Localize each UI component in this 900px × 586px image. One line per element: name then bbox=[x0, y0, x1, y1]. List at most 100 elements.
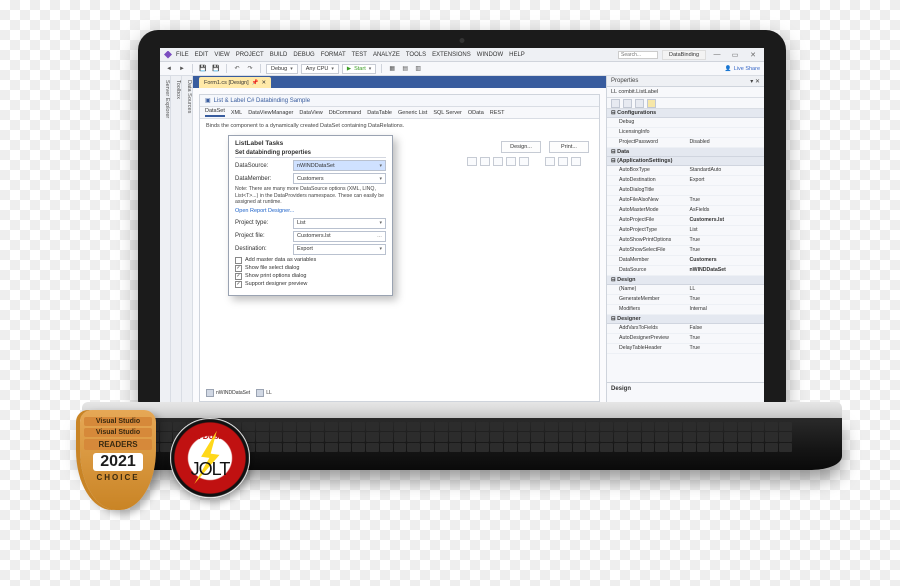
print-button[interactable]: Print... bbox=[549, 141, 589, 153]
prop-row[interactable]: AutoMasterModeAsFields bbox=[607, 206, 764, 216]
property-grid[interactable]: ⊟ ConfigurationsDebugLicensingInfoProjec… bbox=[607, 109, 764, 382]
menu-format[interactable]: FORMAT bbox=[321, 52, 346, 58]
ds-tab-dataviewmanager[interactable]: DataViewManager bbox=[248, 110, 293, 116]
ds-tab-xml[interactable]: XML bbox=[231, 110, 242, 116]
menu-build[interactable]: BUILD bbox=[270, 52, 288, 58]
document-tab[interactable]: Form1.cs [Design] 📌 ✕ bbox=[199, 77, 271, 88]
ds-tab-dataview[interactable]: DataView bbox=[299, 110, 322, 116]
prop-row[interactable]: AutoShowSelectFileTrue bbox=[607, 246, 764, 256]
sample-tabstrip[interactable]: DataSet XML DataViewManager DataView DbComma… bbox=[200, 107, 599, 119]
ds-tab-rest[interactable]: REST bbox=[490, 110, 505, 116]
menu-debug[interactable]: DEBUG bbox=[293, 52, 314, 58]
menu-view[interactable]: VIEW bbox=[214, 52, 229, 58]
prop-row[interactable]: AutoDesignerPreviewTrue bbox=[607, 334, 764, 344]
prop-row[interactable]: AutoDestinationExport bbox=[607, 176, 764, 186]
projfile-label: Project file: bbox=[235, 233, 290, 239]
maximize-button[interactable]: ▭ bbox=[728, 51, 742, 59]
undo-icon[interactable]: ↶ bbox=[232, 64, 242, 74]
save-all-icon[interactable]: 💾 bbox=[211, 64, 221, 74]
menu-file[interactable]: FILE bbox=[176, 52, 189, 58]
prop-category[interactable]: ⊟ Designer bbox=[607, 315, 764, 324]
ds-tab-dataset[interactable]: DataSet bbox=[205, 108, 225, 117]
destination-combo[interactable]: Export▾ bbox=[293, 244, 386, 255]
close-button[interactable]: ✕ bbox=[746, 51, 760, 59]
live-share-button[interactable]: 👤 Live Share bbox=[725, 66, 760, 72]
prop-row[interactable]: DataSourcenWINDDataSet bbox=[607, 266, 764, 276]
prop-category[interactable]: ⊟ Configurations bbox=[607, 109, 764, 118]
prop-row[interactable]: AutoFileAlsoNewTrue bbox=[607, 196, 764, 206]
chk-print[interactable]: ✓Show print options dialog bbox=[235, 273, 386, 280]
datamember-combo[interactable]: Customers▾ bbox=[293, 173, 386, 184]
main-menu[interactable]: FILE EDIT VIEW PROJECT BUILD DEBUG FORMAT TEST A… bbox=[176, 51, 531, 58]
prop-category[interactable]: ⊟ (ApplicationSettings) bbox=[607, 157, 764, 166]
rail-server-explorer[interactable]: Server Explorer bbox=[160, 76, 171, 408]
chk-file[interactable]: ✓Show file select dialog bbox=[235, 265, 386, 272]
prop-row[interactable]: AddVarsToFieldsFalse bbox=[607, 324, 764, 334]
search-input[interactable] bbox=[618, 51, 658, 59]
laptop-hinge bbox=[82, 402, 842, 418]
menu-tools[interactable]: TOOLS bbox=[406, 52, 426, 58]
projtype-combo[interactable]: List▾ bbox=[293, 218, 386, 229]
design-button[interactable]: Design... bbox=[501, 141, 541, 153]
rail-data-sources[interactable]: Data Sources bbox=[182, 76, 193, 408]
menu-extensions[interactable]: EXTENSIONS bbox=[432, 52, 471, 58]
toolbar-icon[interactable]: ▦ bbox=[387, 64, 397, 74]
menu-test[interactable]: TEST bbox=[352, 52, 367, 58]
form-designer[interactable]: ▣ List & Label C# Databinding Sample Dat… bbox=[199, 94, 600, 402]
start-button[interactable]: ▶ Start▾ bbox=[342, 64, 376, 74]
ds-tab-odata[interactable]: OData bbox=[468, 110, 484, 116]
ds-tab-generic list[interactable]: Generic List bbox=[398, 110, 427, 116]
chk-master[interactable]: Add master data as variables bbox=[235, 257, 386, 264]
ds-tab-sql server[interactable]: SQL Server bbox=[433, 110, 462, 116]
datamember-label: DataMember: bbox=[235, 176, 290, 182]
redo-icon[interactable]: ↷ bbox=[245, 64, 255, 74]
prop-row[interactable]: ModifiersInternal bbox=[607, 305, 764, 315]
menu-window[interactable]: WINDOW bbox=[477, 52, 503, 58]
nav-fwd-icon[interactable]: ► bbox=[177, 64, 187, 74]
prop-row[interactable]: Debug bbox=[607, 118, 764, 128]
pin-icon[interactable]: 📌 bbox=[252, 80, 259, 86]
projfile-field[interactable]: Customers.lst… bbox=[293, 231, 386, 242]
prop-row[interactable]: GenerateMemberTrue bbox=[607, 295, 764, 305]
rail-toolbox[interactable]: Toolbox bbox=[171, 76, 182, 408]
close-tab-icon[interactable]: ✕ bbox=[261, 80, 266, 86]
open-designer-link[interactable]: Open Report Designer... bbox=[235, 208, 386, 214]
properties-selector[interactable]: LL combit.ListLabel bbox=[607, 87, 764, 98]
prop-row[interactable]: AutoBoxTypeStandardAuto bbox=[607, 166, 764, 176]
prop-category[interactable]: ⊟ Data bbox=[607, 148, 764, 157]
prop-row[interactable]: ProjectPasswordDisabled bbox=[607, 138, 764, 148]
description-text: Binds the component to a dynamically cre… bbox=[200, 119, 599, 133]
menu-edit[interactable]: EDIT bbox=[195, 52, 209, 58]
save-icon[interactable]: 💾 bbox=[198, 64, 208, 74]
ds-tab-datatable[interactable]: DataTable bbox=[367, 110, 392, 116]
menu-analyze[interactable]: ANALYZE bbox=[373, 52, 400, 58]
minimize-button[interactable]: — bbox=[710, 51, 724, 58]
prop-row[interactable]: DataMemberCustomers bbox=[607, 256, 764, 266]
menu-project[interactable]: PROJECT bbox=[236, 52, 264, 58]
toolbar-icon[interactable]: ▥ bbox=[413, 64, 423, 74]
prop-row[interactable]: LicensingInfo bbox=[607, 128, 764, 138]
properties-toolbar[interactable] bbox=[607, 98, 764, 109]
solution-tag[interactable]: DataBinding bbox=[662, 50, 706, 60]
prop-category[interactable]: ⊟ Design bbox=[607, 276, 764, 285]
chk-preview[interactable]: ✓Support designer preview bbox=[235, 281, 386, 288]
component-tray[interactable]: nWINDDataSet LL bbox=[206, 389, 272, 397]
component-nwinddataset[interactable]: nWINDDataSet bbox=[206, 389, 250, 397]
prop-row[interactable]: AutoDialogTitle bbox=[607, 186, 764, 196]
menu-bar: FILE EDIT VIEW PROJECT BUILD DEBUG FORMAT TEST A… bbox=[160, 48, 764, 62]
component-ll[interactable]: LL bbox=[256, 389, 272, 397]
prop-row[interactable]: DelayTableHeaderTrue bbox=[607, 344, 764, 354]
menu-help[interactable]: HELP bbox=[509, 52, 525, 58]
prop-row[interactable]: AutoShowPrintOptionsTrue bbox=[607, 236, 764, 246]
platform-combo[interactable]: Any CPU▾ bbox=[301, 64, 339, 74]
prop-row[interactable]: AutoProjectFileCustomers.lst bbox=[607, 216, 764, 226]
popup-toolbar[interactable] bbox=[467, 157, 581, 166]
ide-window: FILE EDIT VIEW PROJECT BUILD DEBUG FORMAT TEST A… bbox=[160, 48, 764, 408]
nav-back-icon[interactable]: ◄ bbox=[164, 64, 174, 74]
ds-tab-dbcommand[interactable]: DbCommand bbox=[329, 110, 361, 116]
toolbar-icon[interactable]: ▤ bbox=[400, 64, 410, 74]
datasource-combo[interactable]: nWINDDataSet▾ bbox=[293, 160, 386, 171]
prop-row[interactable]: AutoProjectTypeList bbox=[607, 226, 764, 236]
config-combo[interactable]: Debug▾ bbox=[266, 64, 298, 74]
prop-row[interactable]: (Name)LL bbox=[607, 285, 764, 295]
